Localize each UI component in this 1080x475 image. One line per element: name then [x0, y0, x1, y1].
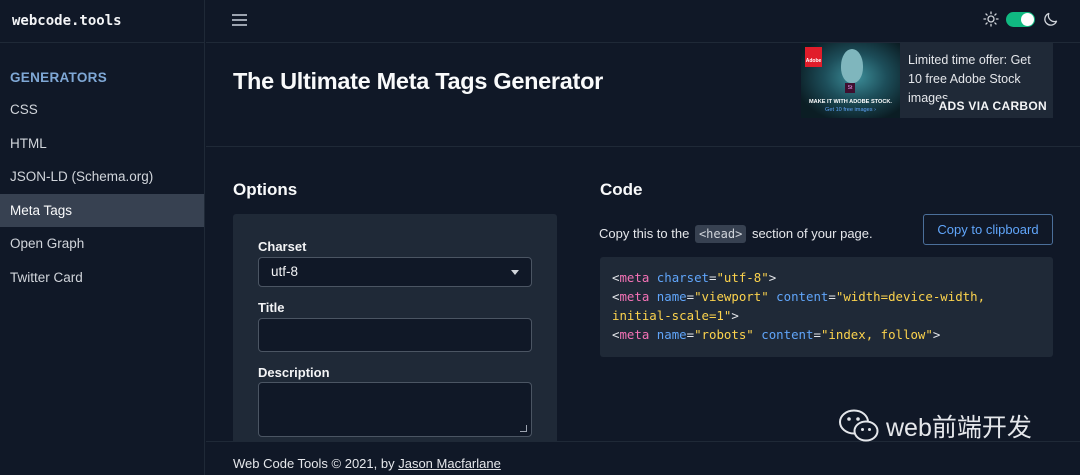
copy-to-clipboard-button[interactable]: Copy to clipboard	[923, 214, 1053, 245]
ad-via-link[interactable]: ADS VIA CARBON	[938, 99, 1047, 113]
sidebar-item-meta-tags[interactable]: Meta Tags	[0, 193, 204, 227]
code-token: =	[813, 327, 821, 342]
ad-image-headline: MAKE IT WITH ADOBE STOCK.	[809, 99, 892, 105]
charset-select[interactable]: utf-8	[258, 257, 532, 287]
options-panel: Charset utf-8 Title Description	[233, 214, 557, 454]
code-token: >	[768, 270, 777, 285]
toggle-knob	[1021, 12, 1034, 26]
theme-toggle[interactable]	[1006, 11, 1035, 27]
code-token: "utf-8"	[716, 270, 769, 285]
code-line: <meta charset="utf-8">	[612, 268, 1041, 287]
charset-label: Charset	[258, 239, 307, 254]
footer-text: Web Code Tools © 2021, by Jason Macfarla…	[233, 456, 501, 471]
code-line: <meta name="robots" content="index, foll…	[612, 325, 1041, 344]
ad-image-cta: Get 10 free images ›	[825, 107, 876, 113]
code-token: =	[686, 327, 695, 342]
options-heading: Options	[233, 180, 298, 199]
code-desc-before: Copy this to the	[599, 226, 690, 241]
code-token: meta	[619, 327, 650, 342]
footer: Web Code Tools © 2021, by Jason Macfarla…	[206, 441, 1080, 475]
adobe-stock-badge: St	[845, 83, 855, 93]
footer-copyright: Web Code Tools © 2021, by	[233, 456, 395, 471]
code-token: initial-scale=1"	[612, 308, 732, 323]
wechat-icon	[839, 409, 879, 442]
sidebar: webcode.tools GENERATORS CSS HTML JSON-L…	[0, 0, 205, 475]
menu-icon[interactable]	[232, 13, 247, 26]
ad-portrait	[841, 49, 863, 83]
code-line: <meta name="viewport" content="width=dev…	[612, 287, 1041, 306]
code-token: meta	[619, 289, 650, 304]
nav-group-generators: GENERATORS	[10, 70, 108, 85]
sidebar-item-html[interactable]: HTML	[0, 127, 204, 161]
code-token: name	[649, 327, 687, 342]
sidebar-item-css[interactable]: CSS	[0, 93, 204, 127]
sidebar-item-open-graph[interactable]: Open Graph	[0, 227, 204, 261]
watermark-text: web前端开发	[886, 414, 1032, 442]
ad-image[interactable]: Adobe St MAKE IT WITH ADOBE STOCK. Get 1…	[801, 43, 900, 118]
theme-controls	[983, 11, 1059, 27]
page-header: The Ultimate Meta Tags Generator Adobe S…	[206, 43, 1080, 147]
sidebar-item-twitter-card[interactable]: Twitter Card	[0, 261, 204, 295]
resize-handle-icon[interactable]	[520, 425, 527, 432]
title-input[interactable]	[258, 318, 532, 352]
sun-icon[interactable]	[983, 11, 999, 27]
code-token: content	[768, 289, 829, 304]
code-token: >	[932, 327, 941, 342]
code-token: "robots"	[694, 327, 754, 342]
code-description: Copy this to the <head> section of your …	[599, 225, 873, 243]
code-token: "viewport"	[694, 289, 769, 304]
topbar	[206, 0, 1080, 43]
code-output[interactable]: <meta charset="utf-8"> <meta name="viewpo…	[600, 257, 1053, 357]
code-token: >	[731, 308, 739, 323]
page-title: The Ultimate Meta Tags Generator	[233, 68, 603, 94]
code-desc-after: section of your page.	[751, 226, 873, 241]
charset-value: utf-8	[271, 264, 299, 279]
code-token: "index, follow"	[820, 327, 933, 342]
sidebar-item-json-ld[interactable]: JSON-LD (Schema.org)	[0, 160, 204, 194]
carbon-ad[interactable]: Adobe St MAKE IT WITH ADOBE STOCK. Get 1…	[801, 43, 1053, 118]
code-token: content	[753, 327, 814, 342]
code-token: name	[649, 289, 687, 304]
code-token: =	[686, 289, 695, 304]
code-token: =	[828, 289, 836, 304]
code-token: meta	[619, 270, 650, 285]
watermark: web前端开发	[838, 408, 1032, 444]
description-label: Description	[258, 365, 330, 380]
title-label: Title	[258, 300, 285, 315]
brand-logo[interactable]: webcode.tools	[0, 0, 204, 43]
head-tag-code: <head>	[694, 225, 747, 243]
author-link[interactable]: Jason Macfarlane	[398, 456, 501, 471]
code-token: "width=device-width,	[835, 289, 986, 304]
code-line: initial-scale=1">	[612, 306, 1041, 325]
code-heading: Code	[600, 180, 643, 199]
adobe-logo: Adobe	[805, 47, 822, 67]
moon-icon[interactable]	[1043, 11, 1059, 27]
code-token: charset	[649, 270, 709, 285]
description-textarea[interactable]	[258, 382, 532, 437]
chevron-down-icon	[511, 270, 519, 275]
